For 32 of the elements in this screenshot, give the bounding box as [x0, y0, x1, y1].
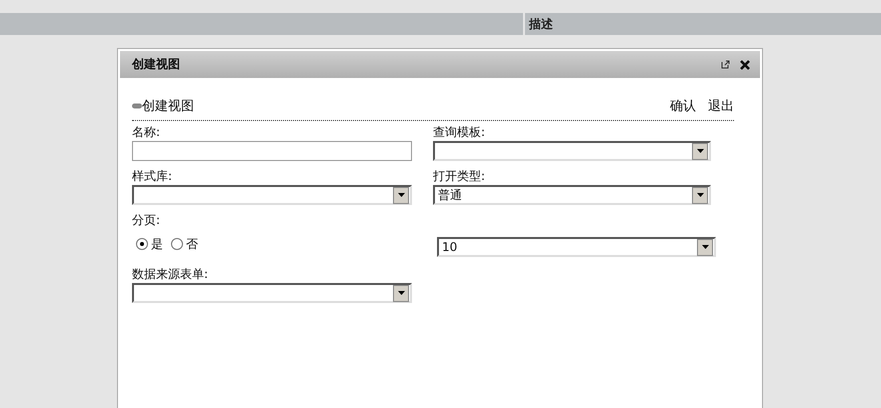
dropdown-field[interactable]: 10: [437, 237, 716, 257]
pencil-icon: [132, 103, 142, 109]
field-label: 打开类型:: [433, 168, 486, 185]
dropdown-button[interactable]: [697, 238, 713, 256]
field-label: 样式库:: [132, 168, 174, 185]
field-label: 分页:: [132, 212, 162, 229]
caret-icon: [398, 291, 404, 295]
radio-option[interactable]: 是: [136, 236, 163, 252]
close-icon[interactable]: [740, 60, 750, 70]
field-label: 名称:: [132, 124, 162, 141]
caret-icon: [696, 149, 704, 153]
caret-icon: [696, 193, 704, 197]
caret-icon: [398, 193, 404, 197]
field-label: 数据来源表单:: [132, 266, 210, 283]
caret-icon: [702, 245, 708, 249]
text-field[interactable]: [132, 141, 412, 161]
field-label: 查询模板:: [433, 124, 486, 141]
action-link[interactable]: 退出: [708, 97, 734, 115]
dropdown-field[interactable]: 普通: [433, 185, 711, 205]
dropdown-button[interactable]: [393, 284, 409, 302]
dropdown-button[interactable]: [393, 186, 409, 204]
section-title: 创建视图: [142, 98, 195, 115]
dropdown-button[interactable]: [692, 142, 708, 160]
action-link[interactable]: 确认: [670, 97, 696, 115]
radio-option[interactable]: 否: [171, 236, 198, 252]
dropdown-field[interactable]: [433, 141, 711, 161]
dropdown-field[interactable]: [132, 283, 412, 303]
dropdown-button[interactable]: [692, 186, 708, 204]
dialog-title: 创建视图: [132, 56, 181, 73]
popout-icon[interactable]: [721, 60, 730, 69]
dropdown-field[interactable]: [132, 185, 412, 205]
column-header: 描述: [525, 13, 881, 35]
